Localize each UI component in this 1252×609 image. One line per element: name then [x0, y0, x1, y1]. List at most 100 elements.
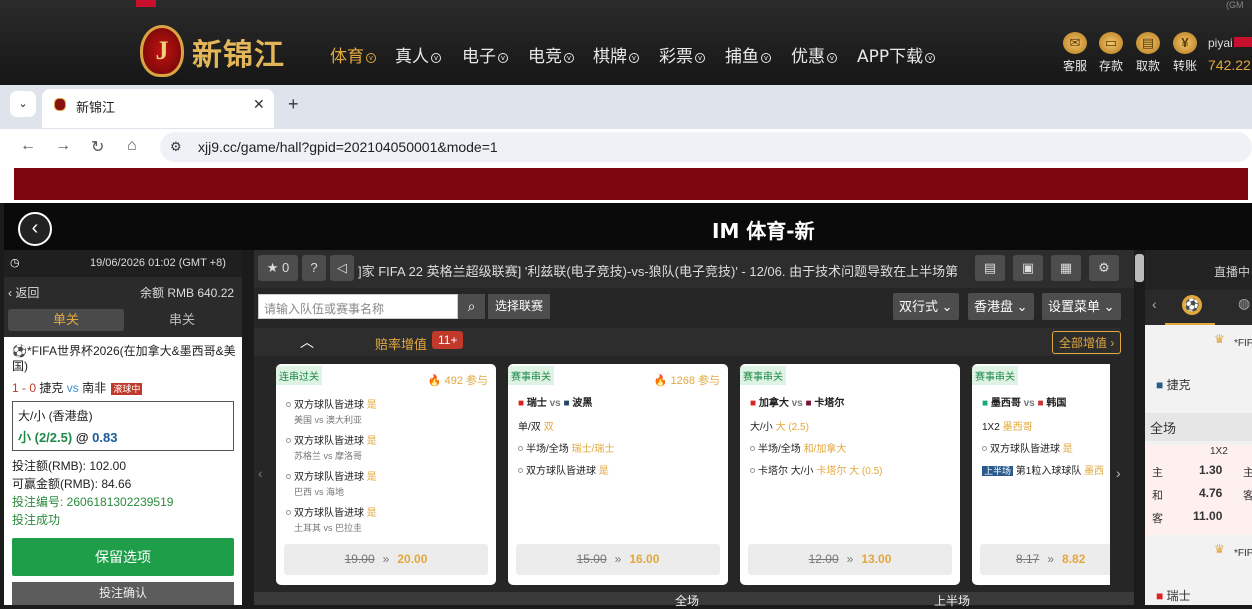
odds-draw[interactable]: 4.76	[1199, 486, 1222, 500]
customer-service-button[interactable]: ✉ 客服	[1062, 32, 1088, 74]
search-icon[interactable]: ⌕	[458, 294, 485, 319]
leg: 双方球队皆进球 是	[518, 462, 609, 477]
team-name: ■ 捷克	[1156, 378, 1191, 392]
fixture: ■ 加拿大 vs ■ 卡塔尔	[750, 398, 845, 409]
megaphone-icon[interactable]: ◁	[330, 255, 354, 281]
boost-card[interactable]: 赛事串关 ■ 加拿大 vs ■ 卡塔尔 大/小 大 (2.5) 半场/全场 和/…	[740, 364, 960, 585]
fire-icon: 🔥	[427, 375, 442, 387]
tab-search-dropdown[interactable]: ⌄	[10, 91, 36, 117]
leg: 单/双 双	[518, 422, 554, 433]
leg: 双方球队皆进球 是美国 vs 澳大利亚	[286, 396, 377, 426]
live-badge: 滚球中	[111, 383, 143, 395]
odds-home[interactable]: 1.30	[1199, 463, 1222, 477]
nav-slots[interactable]: 电子 v	[462, 42, 508, 67]
help-icon[interactable]: ?	[302, 255, 326, 281]
nav-fishing[interactable]: 捕鱼 v	[725, 42, 771, 67]
select-league-button[interactable]: 选择联赛	[488, 294, 550, 319]
announcement-marquee[interactable]: ]家 FIFA 22 英格兰超级联赛] '利兹联(电子竞技)-vs-狼队(电子竞…	[358, 261, 968, 280]
boost-odds[interactable]: 8.17» 8.82	[980, 544, 1110, 575]
chevron-down-icon: v	[827, 53, 837, 63]
flag-icon	[136, 0, 156, 7]
url-text[interactable]: xjj9.cc/game/hall?gpid=202104050001&mode…	[198, 139, 498, 155]
logo-badge[interactable]: J	[140, 25, 184, 77]
im-header	[4, 203, 1252, 250]
nav-sports[interactable]: 体育 v	[330, 42, 376, 67]
view-dropdown[interactable]: 双行式 ⌄	[893, 293, 959, 320]
market-name: 大/小 (香港盘)	[18, 409, 93, 423]
gear-icon[interactable]: ⚙	[1089, 255, 1119, 281]
chevron-down-icon: ⌄	[1016, 299, 1028, 314]
results-icon[interactable]: ▣	[1013, 255, 1043, 281]
leg: 双方球队皆进球 是苏格兰 vs 摩洛哥	[286, 432, 377, 462]
row-label: 和	[1152, 490, 1163, 502]
boost-count-badge: 11+	[432, 331, 464, 349]
site-info-icon[interactable]: ⚙	[170, 139, 182, 155]
flag-icon: ■	[1156, 378, 1164, 392]
close-icon[interactable]: ✕	[253, 96, 265, 113]
nav-esports[interactable]: 电竞 v	[528, 42, 574, 67]
nav-live-casino[interactable]: 真人 v	[395, 42, 441, 67]
leg: 卡塔尔 大/小 卡塔尔 大 (0.5)	[750, 462, 882, 477]
reload-icon[interactable]: ↻	[91, 137, 104, 157]
col-full-time: 全场	[675, 594, 700, 608]
leg: 双方球队皆进球 是	[982, 440, 1073, 455]
leg: 半场/全场 瑞士/瑞士	[518, 440, 614, 455]
participants: 🔥 1268 参与	[653, 375, 720, 387]
fire-icon: 🔥	[653, 375, 668, 387]
deposit-button[interactable]: ▭ 存款	[1098, 32, 1124, 74]
flag-icon: ■	[1156, 589, 1164, 603]
username[interactable]: piyai	[1208, 36, 1233, 50]
boost-odds[interactable]: 15.00» 16.00	[516, 544, 720, 575]
carousel-prev-icon[interactable]: ‹	[258, 465, 263, 481]
nav-app-download[interactable]: APP下载 v	[857, 42, 936, 67]
live-label: 直播中	[1214, 265, 1251, 279]
back-link[interactable]: ‹ 返回	[8, 284, 39, 301]
flag-icon: ■	[805, 398, 812, 409]
withdraw-button[interactable]: ▤ 取款	[1135, 32, 1161, 74]
basketball-icon[interactable]: ◍	[1238, 295, 1250, 312]
settings-menu-dropdown[interactable]: 设置菜单 ⌄	[1042, 293, 1121, 320]
selection-odds: 小 (2/2.5) @ 0.83	[18, 430, 118, 445]
odds-away[interactable]: 11.00	[1193, 509, 1222, 523]
chevron-right-icon: ›	[1110, 336, 1115, 350]
back-button[interactable]: ‹	[18, 212, 52, 246]
scrollbar-thumb[interactable]	[1135, 254, 1144, 282]
keep-selection-button[interactable]: 保留选项	[12, 538, 234, 576]
scrollbar[interactable]	[1134, 250, 1145, 605]
fixture: ■ 墨西哥 vs ■ 韩国	[982, 398, 1067, 409]
nav-promotions[interactable]: 优惠 v	[791, 42, 837, 67]
red-banner	[14, 168, 1248, 200]
boost-card[interactable]: 赛事串关 ■ 墨西哥 vs ■ 韩国 1X2 墨西哥 双方球队皆进球 是 上半场…	[972, 364, 1110, 585]
chevron-left-icon[interactable]: ‹	[1152, 296, 1157, 312]
collapse-icon[interactable]: ︿	[300, 332, 314, 352]
boost-odds[interactable]: 19.00» 20.00	[284, 544, 488, 575]
boost-card[interactable]: 连串过关 🔥 492 参与 双方球队皆进球 是美国 vs 澳大利亚 双方球队皆进…	[276, 364, 496, 585]
league-name: *FIF	[1234, 548, 1252, 559]
tab-single[interactable]: 单关	[8, 309, 124, 331]
odds-format-dropdown[interactable]: 香港盘 ⌄	[968, 293, 1034, 320]
soccer-ball-icon[interactable]: ⚽	[1182, 295, 1202, 315]
boost-card[interactable]: 赛事串关 🔥 1268 参与 ■ 瑞士 vs ■ 波黑 单/双 双 半场/全场 …	[508, 364, 728, 585]
flag-icon: ■	[750, 398, 757, 409]
back-arrow-icon[interactable]: ←	[20, 137, 36, 155]
betlist-icon[interactable]: ▤	[975, 255, 1005, 281]
tab-parlay[interactable]: 串关	[124, 309, 240, 331]
chevron-down-icon: v	[761, 53, 771, 63]
new-tab-button[interactable]: +	[288, 94, 299, 115]
home-icon[interactable]: ⌂	[127, 137, 137, 155]
boost-odds[interactable]: 12.00» 13.00	[748, 544, 952, 575]
leg: 大/小 大 (2.5)	[750, 422, 809, 433]
trophy-icon: ♛	[1214, 542, 1225, 556]
nav-lottery[interactable]: 彩票 v	[659, 42, 705, 67]
forward-arrow-icon[interactable]: →	[55, 137, 71, 155]
logo-text[interactable]: 新锦江	[192, 30, 285, 74]
bet-confirm-button[interactable]: 投注确认	[12, 582, 234, 605]
all-boosts-button[interactable]: 全部增值 ›	[1052, 331, 1122, 354]
bet-number: 投注编号: 2606181302239519	[12, 495, 174, 509]
favorites-button[interactable]: ★ 0	[258, 255, 298, 281]
transfer-button[interactable]: ¥ 转账	[1172, 32, 1198, 74]
carousel-next-icon[interactable]: ›	[1116, 465, 1121, 481]
nav-cards[interactable]: 棋牌 v	[593, 42, 639, 67]
chevron-down-icon: v	[498, 53, 508, 63]
scoreboard-icon[interactable]: ▦	[1051, 255, 1081, 281]
